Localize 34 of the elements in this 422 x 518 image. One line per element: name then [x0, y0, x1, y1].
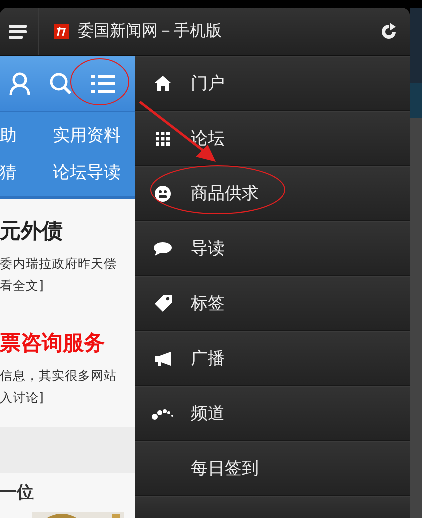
dots-icon [152, 408, 174, 420]
megaphone-icon [154, 352, 172, 366]
annotation-ellipse [70, 58, 130, 106]
menu-item[interactable]: 论坛 [135, 111, 410, 166]
menu-item[interactable]: 频道 [135, 386, 410, 441]
article-title[interactable]: 元外债 [0, 217, 135, 245]
nav-link[interactable]: 论坛导读 [53, 161, 121, 184]
menu-item[interactable]: 广播 [135, 331, 410, 386]
speech-bubble-icon [154, 242, 172, 256]
logo-icon [54, 24, 69, 39]
menu-icon[interactable] [9, 24, 27, 38]
article-summary: 看全文] [0, 277, 45, 295]
tag-icon [154, 295, 172, 312]
user-icon[interactable] [9, 72, 31, 96]
menu-item[interactable]: 门户 [135, 56, 410, 111]
nav-link[interactable]: 实用资料 [53, 124, 121, 147]
search-icon[interactable] [49, 72, 73, 96]
article-summary: 入讨论] [0, 389, 45, 407]
menu-item[interactable]: 标签 [135, 276, 410, 331]
menu-item[interactable]: 商品供求 [135, 166, 410, 221]
grid-icon [156, 132, 170, 146]
app-title: 委国新闻网－手机版 [78, 21, 222, 42]
menu-item[interactable]: 每日签到 [135, 441, 410, 496]
home-icon [155, 76, 171, 91]
refresh-icon[interactable] [380, 22, 398, 40]
article-summary: 信息，其实很多网站 [0, 367, 118, 385]
list-icon[interactable] [91, 74, 115, 94]
nav-link[interactable]: 猜 [0, 161, 17, 184]
article-title[interactable]: 票咨询服务 [0, 329, 135, 357]
menu-item[interactable]: 导读 [135, 221, 410, 276]
section-heading: 一位 [0, 482, 35, 505]
smiley-icon [155, 186, 171, 202]
nav-link[interactable]: 助 [0, 124, 17, 147]
article-summary: 委内瑞拉政府昨天偿 [0, 255, 118, 273]
